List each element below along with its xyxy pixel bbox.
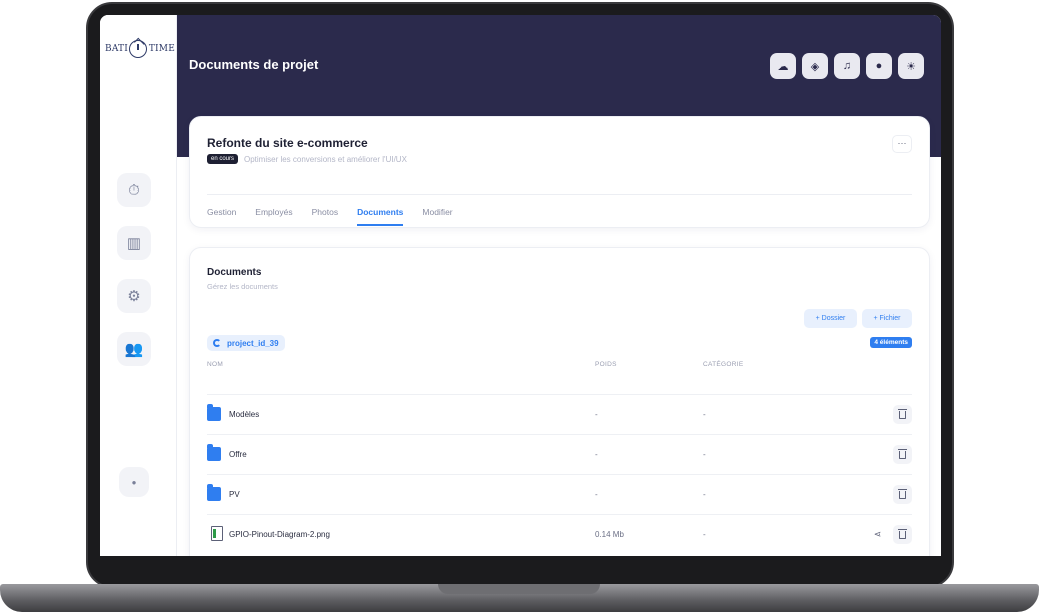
share-icon: ⋖ (873, 529, 882, 539)
laptop-notch (438, 584, 600, 594)
sidebar-item-board[interactable]: ▥ (117, 226, 151, 260)
cloud-upload-icon: ☁ (777, 60, 789, 73)
timer-icon: ⏱ (128, 181, 140, 199)
table-row[interactable]: GPIO-Pinout-Diagram-2.png 0.14 Mb - ⋖ (207, 514, 912, 554)
logo-text-right: TIME (148, 44, 175, 54)
header-actions: ☁ ◈ ♫ ● ☀ (770, 53, 924, 79)
logo-text-left: BATI (105, 44, 128, 54)
sidebar: BATI TIME ⏱ ▥ ⚙ 👥 ● (100, 15, 177, 556)
row-name: Modèles (229, 410, 260, 419)
trash-icon (898, 448, 907, 459)
cube-icon: ◈ (810, 60, 820, 73)
clock-icon (129, 40, 148, 58)
project-subtitle: Optimiser les conversions et améliorer l… (244, 155, 407, 164)
folder-icon (207, 484, 221, 501)
row-category: - (703, 490, 706, 499)
trash-icon (898, 408, 907, 419)
notifications-button[interactable]: ♫ (834, 53, 860, 79)
loading-icon (213, 339, 221, 347)
user-icon: ● (875, 60, 883, 72)
column-header-category[interactable]: CATÉGORIE (703, 361, 744, 368)
row-category: - (703, 530, 706, 539)
project-tabs: Gestion Employés Photos Documents Modifi… (207, 207, 453, 226)
documents-title: Documents (207, 267, 262, 278)
items-count-badge: 4 éléments (870, 337, 912, 348)
delete-button[interactable] (893, 485, 912, 504)
row-name: GPIO-Pinout-Diagram-2.png (229, 530, 330, 539)
add-file-button[interactable]: + Fichier (862, 309, 912, 328)
column-header-weight[interactable]: POIDS (595, 361, 617, 368)
users-icon: 👥 (124, 341, 144, 358)
bell-icon: ♫ (842, 60, 852, 72)
folder-icon (207, 404, 221, 421)
tab-photos[interactable]: Photos (312, 207, 338, 226)
row-weight: - (595, 410, 598, 419)
row-weight: - (595, 450, 598, 459)
project-card: Refonte du site e-commerce en cours Opti… (189, 116, 930, 228)
table-row[interactable]: Offre - - (207, 434, 912, 474)
table-row[interactable]: PV - - (207, 474, 912, 514)
cloud-upload-button[interactable]: ☁ (770, 53, 796, 79)
row-name: Offre (229, 450, 247, 459)
column-header-name[interactable]: NOM (207, 361, 223, 368)
table-row[interactable]: Modèles - - (207, 394, 912, 434)
trash-icon (898, 488, 907, 499)
theme-toggle-button[interactable]: ☀ (898, 53, 924, 79)
app-logo[interactable]: BATI TIME (105, 38, 175, 60)
status-badge: en cours (207, 154, 239, 164)
row-category: - (703, 410, 706, 419)
folder-path-label: project_id_39 (227, 338, 279, 348)
documents-card: Documents Gérez les documents + Dossier … (189, 247, 930, 556)
row-weight: 0.14 Mb (595, 530, 624, 539)
gear-icon: ⚙ (127, 288, 141, 305)
app-screen: BATI TIME ⏱ ▥ ⚙ 👥 ● Documents de projet … (100, 15, 941, 556)
cube-button[interactable]: ◈ (802, 53, 828, 79)
delete-button[interactable] (893, 445, 912, 464)
project-title: Refonte du site e-commerce (207, 136, 368, 150)
sidebar-collapse-button[interactable]: ● (119, 467, 149, 497)
more-options-button[interactable]: ··· (892, 135, 912, 153)
board-icon: ▥ (126, 235, 142, 252)
sidebar-item-settings[interactable]: ⚙ (117, 279, 151, 313)
tab-employes[interactable]: Employés (255, 207, 292, 226)
sidebar-item-users[interactable]: 👥 (117, 332, 151, 366)
row-weight: - (595, 490, 598, 499)
profile-button[interactable]: ● (866, 53, 892, 79)
share-button[interactable]: ⋖ (868, 525, 887, 544)
delete-button[interactable] (893, 525, 912, 544)
trash-icon (898, 528, 907, 539)
tab-modifier[interactable]: Modifier (422, 207, 452, 226)
delete-button[interactable] (893, 405, 912, 424)
image-file-icon (211, 526, 223, 541)
tab-documents[interactable]: Documents (357, 207, 404, 226)
row-category: - (703, 450, 706, 459)
sun-icon: ☀ (906, 60, 916, 73)
sidebar-item-timer[interactable]: ⏱ (117, 173, 151, 207)
folder-icon (207, 444, 221, 461)
page-title: Documents de projet (189, 57, 319, 72)
tab-gestion[interactable]: Gestion (207, 207, 236, 226)
add-folder-button[interactable]: + Dossier (804, 309, 857, 328)
folder-path-chip[interactable]: project_id_39 (207, 335, 285, 351)
collapse-icon: ● (131, 477, 137, 487)
divider (207, 194, 912, 195)
row-name: PV (229, 490, 240, 499)
documents-subtitle: Gérez les documents (207, 282, 278, 291)
